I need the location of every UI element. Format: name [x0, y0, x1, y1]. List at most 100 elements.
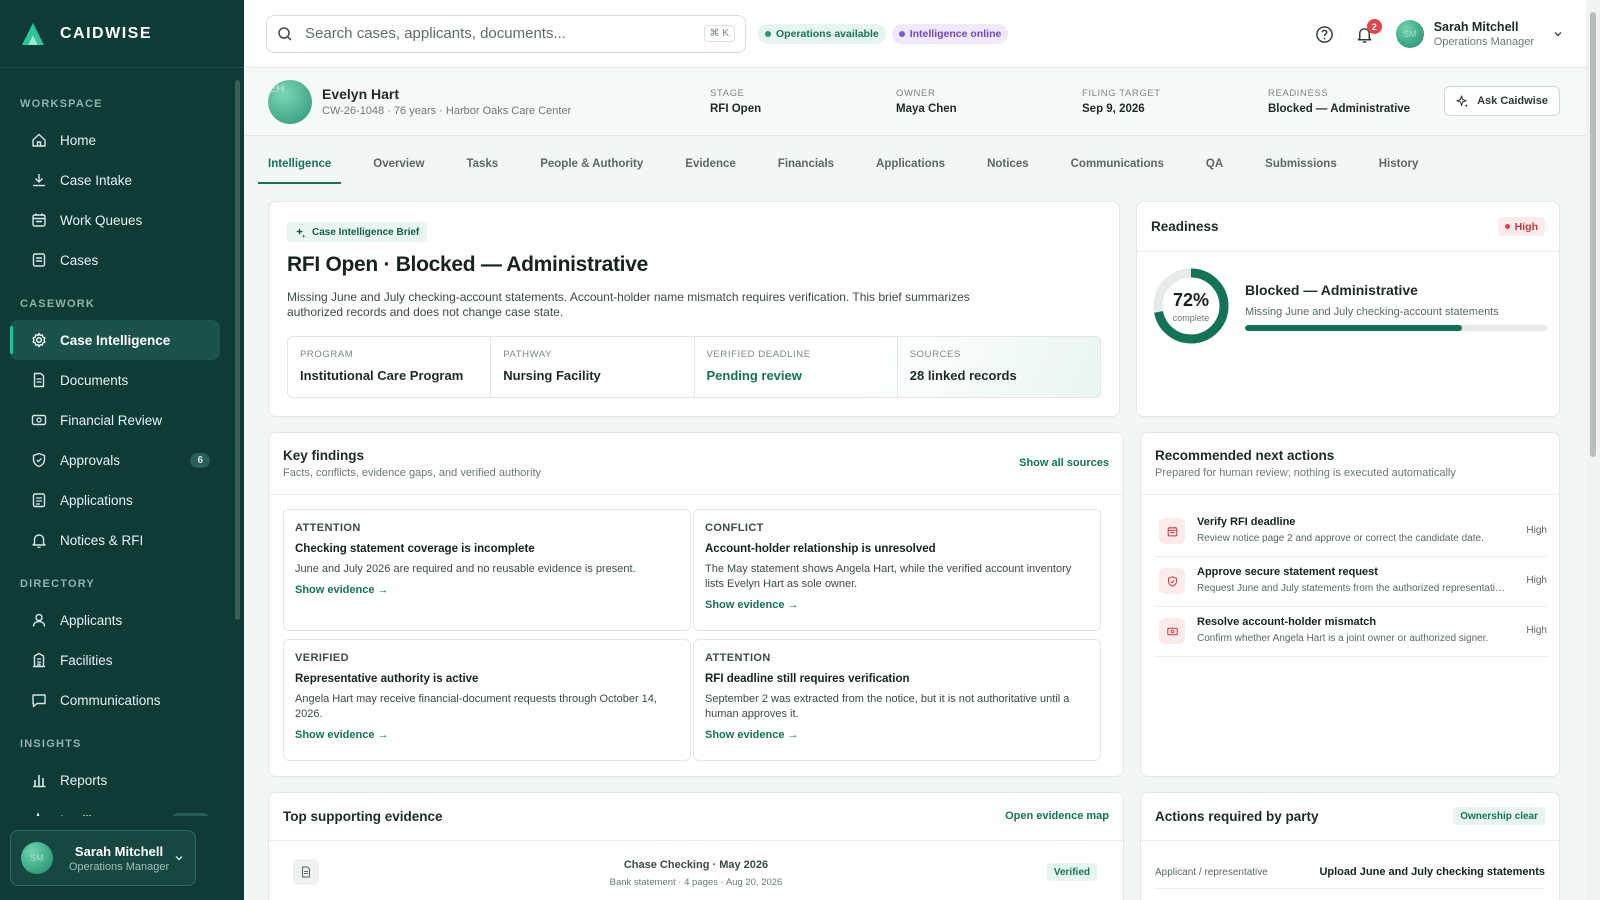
- next-actions-card: Recommended next actions Prepared for hu…: [1140, 432, 1560, 777]
- sidebar-item-cases[interactable]: Cases: [10, 240, 220, 280]
- search-box[interactable]: ⌘ K: [266, 14, 746, 53]
- show-evidence-link[interactable]: Show evidence →: [295, 584, 389, 596]
- sidebar-item-financial-review[interactable]: Financial Review: [10, 400, 220, 440]
- brief-description: Missing June and July checking-account s…: [287, 290, 970, 319]
- search-input[interactable]: [305, 25, 704, 42]
- next-action-item[interactable]: Verify RFI deadline Review notice page 2 …: [1155, 509, 1547, 557]
- bar-chart-icon: [30, 771, 48, 789]
- shield-icon: [1167, 575, 1177, 587]
- notifications-button[interactable]: 2: [1350, 19, 1382, 49]
- sidebar-item-applications[interactable]: Applications: [10, 480, 220, 520]
- ask-caidwise-button[interactable]: Ask Caidwise: [1444, 86, 1560, 116]
- tab-intelligence[interactable]: Intelligence: [258, 150, 342, 184]
- finding-kind: ATTENTION: [705, 652, 771, 664]
- help-button[interactable]: [1310, 19, 1340, 49]
- ownership-badge: Ownership clear: [1453, 807, 1545, 825]
- sidebar-item-documents[interactable]: Documents: [10, 360, 220, 400]
- sidebar-item-applicants[interactable]: Applicants: [10, 600, 220, 640]
- sidebar-item-home[interactable]: Home: [10, 120, 220, 160]
- tab-overview[interactable]: Overview: [363, 150, 434, 184]
- show-evidence-link[interactable]: Show evidence →: [705, 599, 799, 611]
- fact-label: SOURCES: [909, 349, 961, 360]
- finding-kind: VERIFIED: [295, 652, 349, 664]
- sidebar-item-reports[interactable]: Reports: [10, 760, 220, 800]
- operations-status-label: Operations available: [776, 27, 879, 40]
- case-meta-readiness: READINESS Blocked — Administrative: [1268, 88, 1410, 115]
- sidebar-item-label: Applicants: [60, 612, 123, 628]
- finding-title: Account-holder relationship is unresolve…: [705, 543, 936, 555]
- sidebar-item-label: Work Queues: [60, 212, 143, 228]
- sidebar-item-work-queues[interactable]: Work Queues: [10, 200, 220, 240]
- key-findings-card: Key findings Facts, conflicts, evidence …: [268, 432, 1124, 777]
- readiness-progress-fill: [1245, 325, 1463, 331]
- tab-evidence[interactable]: Evidence: [675, 150, 746, 184]
- sidebar-item-notices-and-rfi[interactable]: Notices & RFI: [10, 520, 220, 560]
- card-title: Readiness: [1151, 219, 1219, 234]
- readiness-complete-label: complete: [1172, 312, 1210, 323]
- caidwise-logo-icon: [22, 22, 44, 45]
- tab-tasks[interactable]: Tasks: [456, 150, 508, 184]
- tab-history[interactable]: History: [1369, 150, 1429, 184]
- show-evidence-link[interactable]: Show evidence →: [705, 729, 799, 741]
- sidebar-item-intelligence[interactable]: Intelligence NEW: [10, 800, 220, 816]
- sidebar-item-approvals[interactable]: Approvals 6: [10, 440, 220, 480]
- meta-value: Maya Chen: [896, 103, 957, 115]
- evidence-subtitle: Bank statement · 4 pages · Aug 20, 2026: [609, 877, 783, 888]
- tab-financials[interactable]: Financials: [768, 150, 844, 184]
- next-action-item[interactable]: Approve secure statement request Request …: [1155, 559, 1547, 607]
- meta-label: OWNER: [896, 88, 936, 99]
- finding-body: The May statement shows Angela Hart, whi…: [705, 563, 1072, 590]
- page-scrollbar-thumb[interactable]: [1590, 12, 1596, 457]
- action-icon: [1159, 518, 1185, 544]
- sidebar-user-menu[interactable]: SM Sarah Mitchell Operations Manager: [10, 830, 196, 886]
- top-user-menu[interactable]: SM Sarah Mitchell Operations Manager: [1395, 20, 1564, 48]
- fact-label: PROGRAM: [300, 349, 354, 360]
- show-evidence-label: Show evidence: [295, 584, 375, 596]
- tab-people-and-authority[interactable]: People & Authority: [530, 150, 653, 184]
- card-title: Actions required by party: [1155, 809, 1319, 824]
- tab-qa[interactable]: QA: [1196, 150, 1233, 184]
- tab-communications[interactable]: Communications: [1061, 150, 1174, 184]
- brand[interactable]: CAIDWISE: [0, 0, 244, 68]
- sidebar-item-label: Home: [60, 132, 97, 148]
- calendar-icon: [30, 211, 48, 229]
- user-icon: [30, 611, 48, 629]
- card-title: Recommended next actions: [1155, 448, 1335, 463]
- priority-label: High: [1514, 220, 1538, 233]
- fact-value[interactable]: Pending review: [707, 368, 885, 383]
- sidebar-item-communications[interactable]: Communications: [10, 680, 220, 720]
- party-action-row[interactable]: Applicant / representative Upload June a…: [1155, 865, 1545, 889]
- sidebar: CAIDWISE WORKSPACE Home Case Intake Work Qu…: [0, 0, 244, 900]
- finding-body: June and July 2026 are required and no r…: [295, 563, 636, 575]
- evidence-item[interactable]: Chase Checking · May 2026 Bank statement…: [283, 855, 1109, 900]
- sidebar-item-case-intelligence[interactable]: Case Intelligence: [10, 320, 220, 360]
- meta-label: READINESS: [1268, 88, 1329, 99]
- next-action-item[interactable]: Resolve account-holder mismatch Confirm w…: [1155, 609, 1547, 657]
- ask-caidwise-label: Ask Caidwise: [1477, 95, 1548, 107]
- tab-notices[interactable]: Notices: [977, 150, 1039, 184]
- sidebar-item-label: Cases: [60, 252, 99, 268]
- meta-value: RFI Open: [710, 103, 762, 115]
- clipboard-icon: [32, 493, 46, 508]
- finding-title: RFI deadline still requires verification: [705, 673, 910, 685]
- card-header: Key findings Facts, conflicts, evidence …: [269, 433, 1123, 495]
- page-scrollbar[interactable]: [1586, 0, 1600, 900]
- action-icon: [1159, 618, 1185, 644]
- show-all-sources-link[interactable]: Show all sources: [1019, 457, 1109, 469]
- action-priority: High: [1526, 575, 1547, 586]
- sidebar-item-facilities[interactable]: Facilities: [10, 640, 220, 680]
- tab-submissions[interactable]: Submissions: [1255, 150, 1347, 184]
- user-role: Operations Manager: [1433, 36, 1534, 48]
- finding-body: Angela Hart may receive financial-docume…: [295, 693, 657, 720]
- tab-applications[interactable]: Applications: [866, 150, 955, 184]
- chevron-down-icon: [175, 856, 183, 861]
- readiness-progress-bar: [1245, 325, 1547, 331]
- status-dot-icon: [765, 30, 771, 37]
- finding-card: VERIFIED Representative authority is acti…: [283, 639, 691, 761]
- show-evidence-link[interactable]: Show evidence →: [295, 729, 389, 741]
- nav-section-casework: CASEWORK: [20, 298, 95, 310]
- sidebar-scrollbar[interactable]: [235, 80, 240, 620]
- open-evidence-map-link[interactable]: Open evidence map: [1005, 810, 1109, 822]
- sidebar-item-case-intake[interactable]: Case Intake: [10, 160, 220, 200]
- show-evidence-label: Show evidence: [295, 729, 375, 741]
